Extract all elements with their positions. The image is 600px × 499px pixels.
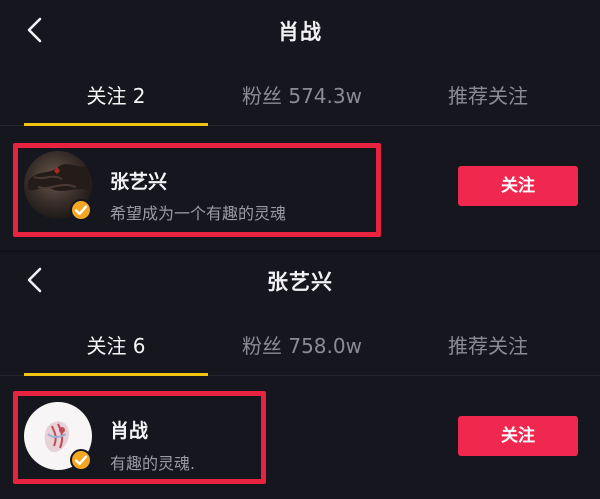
verified-check-icon (70, 449, 92, 471)
tab-fans[interactable]: 粉丝 574.3w (212, 80, 392, 109)
header: 肖战 (0, 0, 600, 58)
header: 张艺兴 (0, 252, 600, 310)
user-list-item[interactable]: 肖战 有趣的灵魂. 关注 (0, 386, 600, 484)
user-name: 肖战 (110, 420, 149, 442)
page-title: 肖战 (278, 20, 322, 44)
page-title: 张艺兴 (267, 270, 333, 294)
tab-bar: 关注 6 粉丝 758.0w 推荐关注 (0, 320, 600, 376)
profile-screen-1: 肖战 关注 2 粉丝 574.3w 推荐关注 张艺兴 希望成为一个有趣的灵魂 关… (0, 0, 600, 250)
user-bio: 希望成为一个有趣的灵魂 (110, 204, 287, 223)
tab-bar: 关注 2 粉丝 574.3w 推荐关注 (0, 70, 600, 126)
tab-following[interactable]: 关注 6 (24, 330, 208, 359)
tab-following[interactable]: 关注 2 (24, 80, 208, 109)
profile-screen-2: 张艺兴 关注 6 粉丝 758.0w 推荐关注 肖战 有趣的灵魂. 关注 (0, 252, 600, 499)
user-bio: 有趣的灵魂. (110, 454, 196, 473)
active-tab-indicator (24, 373, 208, 376)
follow-button[interactable]: 关注 (458, 166, 578, 206)
user-list-item[interactable]: 张艺兴 希望成为一个有趣的灵魂 关注 (0, 136, 600, 237)
user-name: 张艺兴 (110, 171, 168, 193)
follow-button[interactable]: 关注 (458, 416, 578, 456)
tab-recommended[interactable]: 推荐关注 (398, 80, 578, 109)
tab-recommended[interactable]: 推荐关注 (398, 330, 578, 359)
active-tab-indicator (24, 123, 208, 126)
tab-fans[interactable]: 粉丝 758.0w (212, 330, 392, 359)
verified-check-icon (70, 199, 92, 221)
